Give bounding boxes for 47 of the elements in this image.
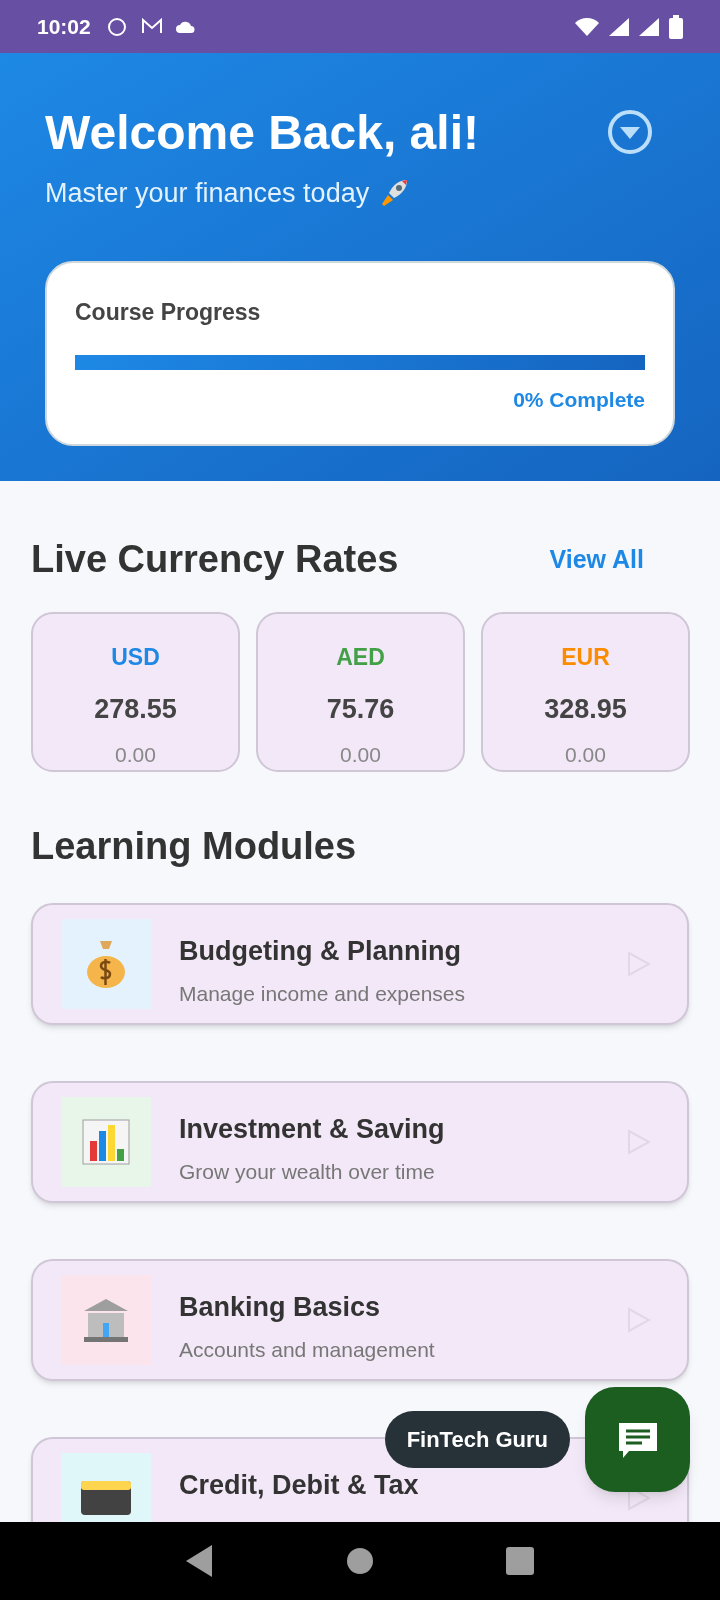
currency-change: 0.00 bbox=[565, 742, 606, 768]
module-title: Banking Basics bbox=[179, 1291, 382, 1324]
module-card[interactable]: Investment & Saving Grow your wealth over time bbox=[31, 1081, 689, 1203]
currency-card[interactable]: EUR 328.95 0.00 bbox=[481, 612, 690, 772]
currency-rate: 75.76 bbox=[326, 692, 395, 726]
section-title: Learning Modules bbox=[30, 824, 358, 869]
module-card[interactable]: Budgeting & Planning Manage income and expenses bbox=[31, 903, 689, 1025]
module-title: Credit, Debit & Tax bbox=[179, 1469, 419, 1502]
signal-icon bbox=[609, 17, 629, 36]
status-time: 10:02 bbox=[37, 13, 91, 40]
assistant-label: FinTech Guru bbox=[384, 1411, 570, 1468]
currency-code: EUR bbox=[561, 643, 610, 672]
credit-card-icon bbox=[81, 1481, 131, 1515]
recents-icon[interactable] bbox=[505, 1547, 534, 1575]
chat-button[interactable] bbox=[585, 1387, 690, 1492]
currency-change: 0.00 bbox=[340, 742, 381, 768]
module-card[interactable]: Banking Basics Accounts and management bbox=[31, 1259, 689, 1381]
signal-icon bbox=[639, 17, 659, 36]
wifi-icon bbox=[575, 17, 599, 36]
currency-change: 0.00 bbox=[115, 742, 156, 768]
module-title: Budgeting & Planning bbox=[179, 935, 462, 968]
currency-card[interactable]: USD 278.55 0.00 bbox=[31, 612, 240, 772]
module-subtitle: Manage income and expenses bbox=[179, 980, 466, 1007]
bank-building-icon bbox=[82, 1297, 130, 1343]
currency-card[interactable]: AED 75.76 0.00 bbox=[256, 612, 465, 772]
bar-chart-icon bbox=[82, 1119, 130, 1165]
progress-reading: 0% Complete bbox=[513, 387, 645, 413]
dropdown-icon[interactable] bbox=[607, 109, 653, 155]
money-bag-icon bbox=[85, 939, 127, 989]
welcome-title: Welcome Back, ali! bbox=[45, 105, 479, 161]
module-subtitle: Accounts and management bbox=[179, 1336, 435, 1363]
mail-icon bbox=[140, 18, 163, 35]
module-subtitle: Grow your wealth over time bbox=[179, 1158, 436, 1185]
battery-icon bbox=[669, 14, 683, 39]
currency-rate: 328.95 bbox=[544, 692, 627, 726]
welcome-subtitle: Master your finances today bbox=[45, 177, 370, 210]
section-title: Live Currency Rates bbox=[31, 537, 399, 582]
currency-code: AED bbox=[336, 643, 385, 672]
home-icon[interactable] bbox=[347, 1548, 373, 1574]
rocket-icon bbox=[379, 178, 410, 209]
currency-rate: 278.55 bbox=[94, 692, 177, 726]
currency-code: USD bbox=[111, 643, 160, 672]
back-icon[interactable] bbox=[186, 1545, 215, 1577]
cloud-icon bbox=[174, 19, 197, 34]
module-title: Investment & Saving bbox=[179, 1113, 445, 1146]
message-icon bbox=[616, 1420, 659, 1459]
progress-title: Course Progress bbox=[75, 297, 262, 327]
